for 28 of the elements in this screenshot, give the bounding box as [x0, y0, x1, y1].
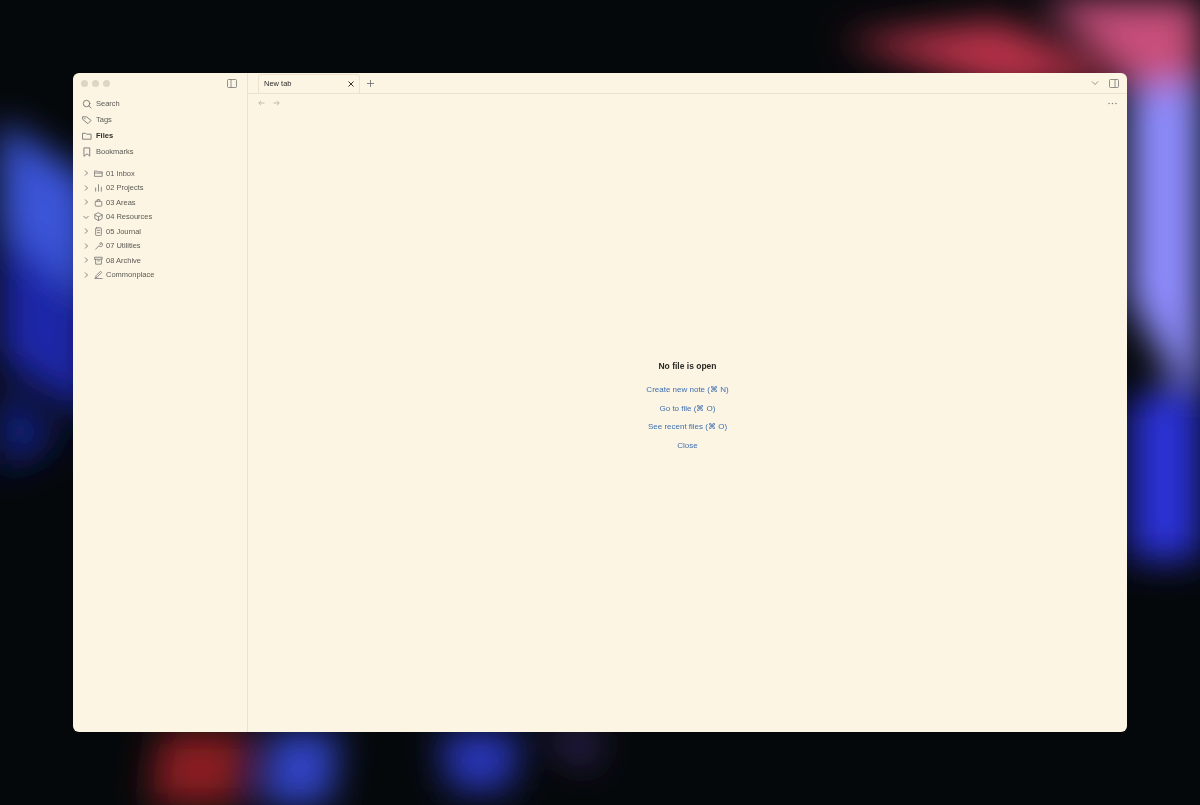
close-tab-icon[interactable] — [348, 81, 354, 87]
empty-state-title: No file is open — [658, 359, 717, 373]
folder-icon — [94, 168, 103, 178]
forward-arrow-icon[interactable] — [273, 100, 280, 106]
minimize-window-button[interactable] — [92, 80, 99, 87]
action-link[interactable]: Create new note (⌘ N) — [646, 384, 729, 403]
box-icon — [94, 212, 103, 222]
tag-icon — [82, 115, 92, 125]
wrench-icon — [94, 241, 103, 251]
close-window-button[interactable] — [81, 80, 88, 87]
search-icon — [82, 99, 92, 109]
plus-icon[interactable] — [367, 79, 374, 87]
action-link[interactable]: Go to file (⌘ O) — [659, 402, 716, 422]
notebook-icon — [94, 226, 103, 236]
right-sidebar-icon[interactable] — [1109, 78, 1119, 88]
briefcase-icon — [94, 197, 103, 207]
archive-icon — [94, 255, 103, 265]
action-link[interactable]: Close — [677, 439, 698, 459]
bookmark-icon — [82, 147, 92, 157]
bar-chart-icon — [94, 183, 103, 193]
action-link[interactable]: See recent files (⌘ O) — [647, 421, 728, 440]
sidebar-toggle-icon[interactable] — [227, 79, 237, 88]
chevron-down-icon[interactable] — [1091, 80, 1099, 86]
back-arrow-icon[interactable] — [258, 100, 265, 106]
folder-icon — [82, 131, 92, 141]
more-options-icon[interactable] — [1108, 101, 1117, 105]
zoom-window-button[interactable] — [103, 80, 110, 87]
pen-icon — [94, 270, 103, 280]
